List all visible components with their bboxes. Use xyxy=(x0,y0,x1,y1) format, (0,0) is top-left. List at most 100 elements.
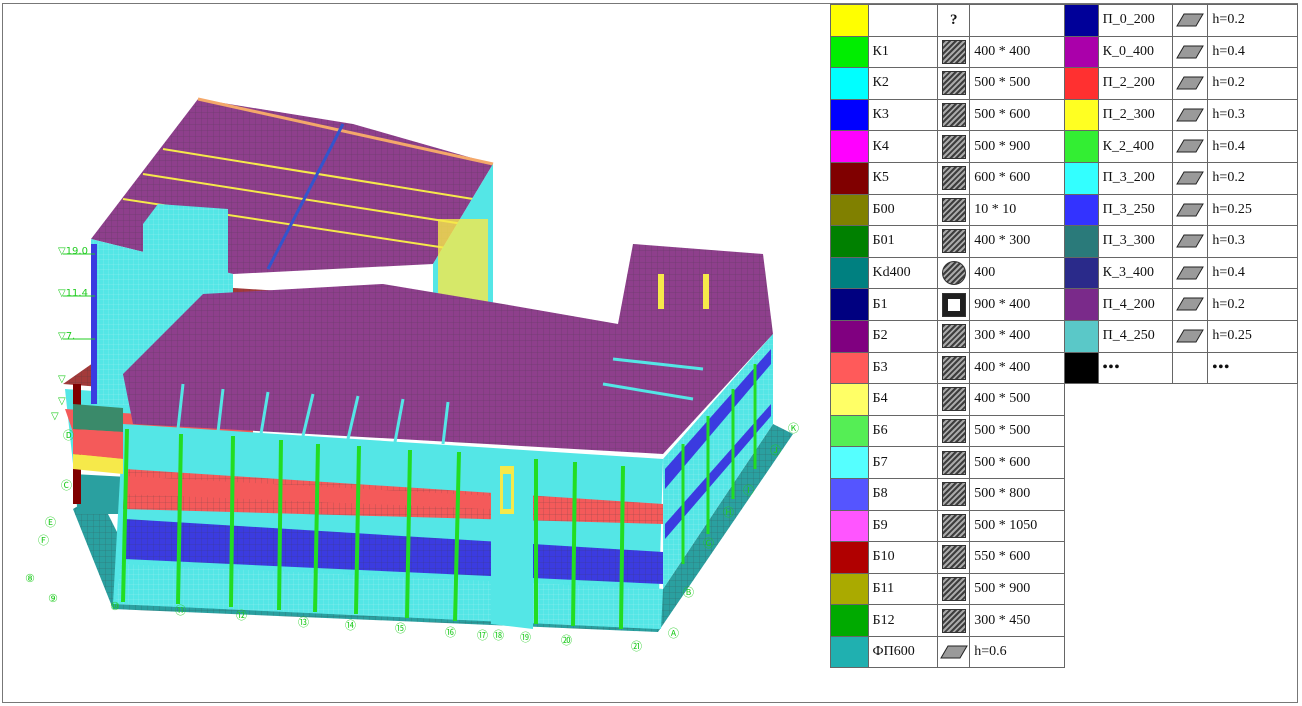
legend-row: Б9 500 * 1050 xyxy=(830,509,1065,543)
plate-section-icon xyxy=(1176,203,1204,217)
legend-row: Б11 500 * 900 xyxy=(830,572,1065,606)
legend-type-name: Б3 xyxy=(867,351,939,385)
legend-section-size: 500 * 800 xyxy=(969,477,1065,511)
legend-color-swatch xyxy=(1064,351,1099,385)
axis-marker: ⑯ xyxy=(445,626,456,639)
hatched-section-icon xyxy=(941,197,966,222)
hatched-section-icon xyxy=(941,419,966,444)
axis-marker: ⑨ xyxy=(48,592,58,605)
legend-section-size: 300 * 400 xyxy=(969,319,1065,353)
legend-section-icon-cell xyxy=(937,446,971,479)
legend-section-icon-cell: ? xyxy=(937,4,971,37)
level-mark: ▽ xyxy=(58,396,66,407)
legend-color-swatch xyxy=(830,509,869,543)
legend-section-size: 900 * 400 xyxy=(969,288,1065,321)
plate-section-icon xyxy=(1176,297,1204,311)
level-mark: ▽ xyxy=(51,411,59,422)
legend-section-icon-cell xyxy=(937,635,971,669)
plate-section-icon xyxy=(939,645,968,659)
legend-color-swatch xyxy=(1064,130,1099,163)
legend-section-size: h=0.6 xyxy=(969,635,1065,669)
legend-color-swatch xyxy=(830,635,869,669)
legend-color-swatch xyxy=(1064,319,1099,353)
question-icon: ? xyxy=(950,11,958,28)
legend-color-swatch xyxy=(830,288,869,321)
legend-row: Б4 400 * 500 xyxy=(830,383,1065,416)
legend-section-icon-cell xyxy=(937,572,971,606)
legend-type-name: ФП600 xyxy=(867,635,939,669)
hatched-section-icon xyxy=(941,608,966,633)
level-mark: ▽ xyxy=(58,374,66,385)
plate-section-icon xyxy=(1176,45,1204,59)
legend-section-icon-cell xyxy=(937,256,971,290)
legend-color-swatch xyxy=(1064,4,1099,37)
legend-type-name: Б01 xyxy=(867,225,939,258)
legend-section-size: h=0.3 xyxy=(1207,98,1298,132)
legend-type-name: Б12 xyxy=(867,604,939,637)
axis-marker: Ⓔ xyxy=(45,516,56,529)
legend-section-icon-cell xyxy=(937,541,971,574)
model-3d-view[interactable]: ▽19.0 ▽11.4 ▽7. ▽ ▽ ▽ ⑧ ⑨ ⑩ ⑪ ⑫ ⑬ ⑭ ⑮ ⑯ … xyxy=(3,4,828,702)
axis-marker: Ⓖ xyxy=(703,537,714,550)
legend-section-icon-cell xyxy=(937,193,971,227)
axis-marker: Ⓙ xyxy=(770,444,781,457)
legend-section-icon-cell xyxy=(1171,98,1209,132)
plate-section-icon xyxy=(1176,139,1204,153)
legend-table-right: П_0_200 h=0.2 К_0_400 h=0.4 П_2_200 h=0.2 П_2_… xyxy=(1064,4,1298,385)
legend-type-name: К5 xyxy=(867,161,939,195)
legend-color-swatch xyxy=(1064,161,1099,195)
legend-type-name: П_4_200 xyxy=(1097,288,1173,321)
legend-color-swatch xyxy=(1064,67,1099,100)
legend-section-icon-cell xyxy=(937,414,971,448)
legend-color-swatch xyxy=(830,446,869,479)
plate-section-icon xyxy=(1176,108,1204,122)
legend-color-swatch xyxy=(830,383,869,416)
axis-marker: ⑰ xyxy=(477,629,488,642)
legend-color-swatch xyxy=(830,414,869,448)
legend-section-size: 500 * 1050 xyxy=(969,509,1065,543)
legend-row: Б10 550 * 600 xyxy=(830,541,1065,574)
legend-section-icon-cell xyxy=(1171,130,1209,163)
legend-color-swatch xyxy=(830,541,869,574)
legend-row: П_2_200 h=0.2 xyxy=(1064,67,1298,100)
legend-section-icon-cell xyxy=(1171,4,1209,37)
legend-type-name: Б6 xyxy=(867,414,939,448)
legend-color-swatch xyxy=(830,98,869,132)
hatched-section-icon xyxy=(941,229,966,254)
axis-marker: ⑳ xyxy=(561,634,572,647)
legend-color-swatch xyxy=(830,351,869,385)
legend-section-icon-cell xyxy=(937,509,971,543)
legend-color-swatch xyxy=(830,604,869,637)
legend-row: К5 600 * 600 xyxy=(830,161,1065,195)
legend-table-left: ? К1 400 * 400 К2 500 * 500 К3 500 * 600 К4 500 … xyxy=(830,4,1065,669)
legend-section-icon-cell xyxy=(937,98,971,132)
legend-row: Kd400 400 xyxy=(830,256,1065,290)
legend-section-icon-cell xyxy=(1171,288,1209,321)
legend-section-size: h=0.4 xyxy=(1207,35,1298,69)
legend-section-size: 500 * 900 xyxy=(969,130,1065,163)
legend-section-size: ••• xyxy=(1207,351,1298,385)
legend-row: Б12 300 * 450 xyxy=(830,604,1065,637)
legend-row: П_4_250 h=0.25 xyxy=(1064,319,1298,353)
legend-row: П_3_200 h=0.2 xyxy=(1064,161,1298,195)
legend-section-size: 300 * 450 xyxy=(969,604,1065,637)
legend-color-swatch xyxy=(830,572,869,606)
legend-section-icon-cell xyxy=(1171,225,1209,258)
legend-color-swatch xyxy=(1064,98,1099,132)
box-section-icon xyxy=(941,292,966,317)
legend-section-icon-cell xyxy=(937,67,971,100)
legend-row: ? xyxy=(830,4,1065,37)
legend-section-size: 500 * 900 xyxy=(969,572,1065,606)
legend-type-name: К3 xyxy=(867,98,939,132)
legend-section-size: h=0.2 xyxy=(1207,67,1298,100)
axis-marker: Ⓓ xyxy=(63,429,74,442)
legend-section-icon-cell xyxy=(1171,351,1209,385)
legend-type-name: К2 xyxy=(867,67,939,100)
legend-color-swatch xyxy=(830,67,869,100)
legend-section-icon-cell xyxy=(937,161,971,195)
legend-section-size: 400 xyxy=(969,256,1065,290)
hatched-section-icon xyxy=(941,324,966,349)
plate-section-icon xyxy=(1176,171,1204,185)
legend-color-swatch xyxy=(830,193,869,227)
legend-row: Б01 400 * 300 xyxy=(830,225,1065,258)
